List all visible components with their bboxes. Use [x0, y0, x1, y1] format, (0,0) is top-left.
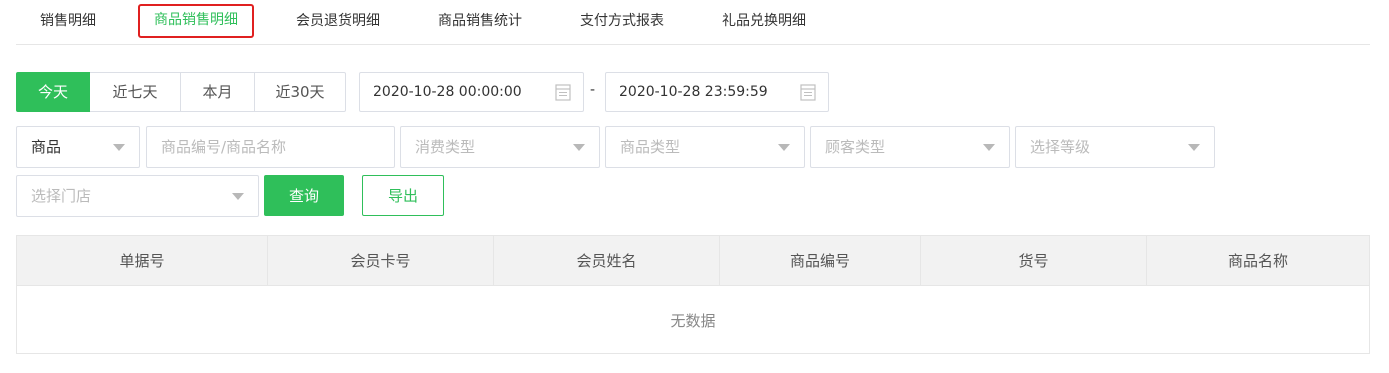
quick-date-7days[interactable]: 近七天: [90, 72, 181, 112]
product-sales-table: 单据号 会员卡号 会员姓名 商品编号 货号 商品名称 无数据: [16, 235, 1370, 354]
tab-payment-method-report[interactable]: 支付方式报表: [580, 10, 664, 34]
customer-type-placeholder: 顾客类型: [825, 138, 886, 156]
store-placeholder: 选择门店: [31, 187, 92, 205]
start-date-value: 2020-10-28 00:00:00: [373, 84, 522, 100]
column-header: 会员姓名: [494, 236, 720, 286]
caret-down-icon: [1188, 144, 1200, 151]
table-header: 单据号 会员卡号 会员姓名 商品编号 货号 商品名称: [17, 236, 1369, 286]
product-search-input[interactable]: [146, 126, 395, 168]
consume-type-select[interactable]: 消费类型: [400, 126, 600, 168]
export-button[interactable]: 导出: [362, 175, 444, 216]
column-header: 商品名称: [1227, 252, 1288, 270]
tab-product-sales-detail[interactable]: 商品销售明细: [138, 4, 254, 38]
product-type-select[interactable]: 商品类型: [605, 126, 805, 168]
caret-down-icon: [113, 144, 125, 151]
report-tabs: 销售明细 商品销售明细 会员退货明细 商品销售统计 支付方式报表 礼品兑换明细: [16, 0, 1370, 45]
product-type-placeholder: 商品类型: [620, 138, 681, 156]
caret-down-icon: [778, 144, 790, 151]
caret-down-icon: [983, 144, 995, 151]
start-date-picker[interactable]: 2020-10-28 00:00:00: [359, 72, 584, 112]
quick-date-30days[interactable]: 近30天: [255, 72, 346, 112]
caret-down-icon: [232, 193, 244, 200]
calendar-icon: [555, 84, 571, 101]
consume-type-placeholder: 消费类型: [415, 138, 476, 156]
tab-gift-exchange-detail[interactable]: 礼品兑换明细: [722, 10, 806, 34]
tab-product-sales-stats[interactable]: 商品销售统计: [438, 10, 522, 34]
column-header: 单据号: [17, 236, 268, 286]
query-button[interactable]: 查询: [264, 175, 344, 216]
end-date-value: 2020-10-28 23:59:59: [619, 84, 768, 100]
tab-member-return-detail[interactable]: 会员退货明细: [296, 10, 380, 34]
column-header: 商品编号: [720, 236, 921, 286]
quick-date-month[interactable]: 本月: [181, 72, 255, 112]
level-placeholder: 选择等级: [1030, 138, 1091, 156]
search-type-value: 商品: [31, 138, 62, 156]
caret-down-icon: [573, 144, 585, 151]
column-header: 货号: [921, 236, 1147, 286]
quick-date-group: 今天 近七天 本月 近30天: [16, 72, 346, 112]
empty-state-text: 无数据: [670, 312, 716, 330]
column-header: 会员卡号: [268, 236, 494, 286]
store-select[interactable]: 选择门店: [16, 175, 259, 217]
search-type-select[interactable]: 商品: [16, 126, 140, 168]
customer-type-select[interactable]: 顾客类型: [810, 126, 1010, 168]
calendar-icon: [800, 84, 816, 101]
end-date-picker[interactable]: 2020-10-28 23:59:59: [605, 72, 829, 112]
tab-sales-detail[interactable]: 销售明细: [40, 10, 96, 34]
date-range-separator: -: [590, 82, 596, 98]
level-select[interactable]: 选择等级: [1015, 126, 1215, 168]
quick-date-today[interactable]: 今天: [16, 72, 90, 112]
